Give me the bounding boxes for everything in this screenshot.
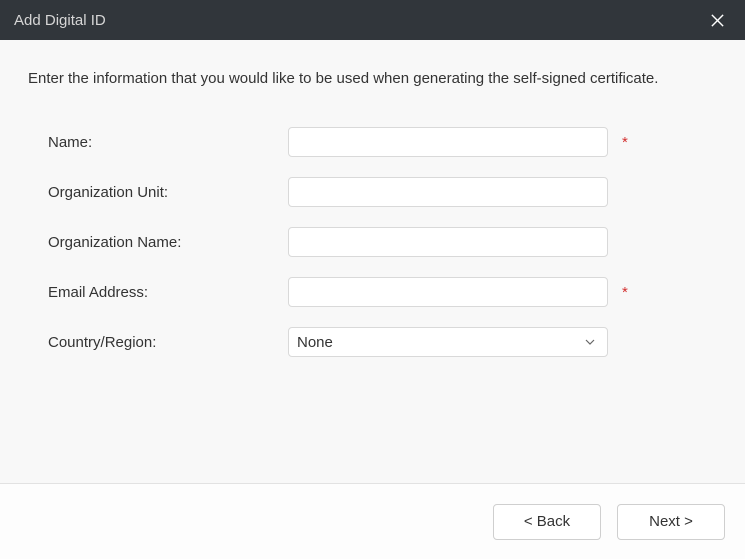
close-button[interactable] <box>703 6 731 34</box>
row-org-name: Organization Name: <box>48 227 717 257</box>
row-org-unit: Organization Unit: <box>48 177 717 207</box>
required-mark-name: * <box>622 134 628 151</box>
dialog-body: Enter the information that you would lik… <box>0 40 745 483</box>
chevron-down-icon <box>585 337 595 347</box>
row-country: Country/Region: None <box>48 327 717 357</box>
window-title: Add Digital ID <box>14 12 106 29</box>
back-button[interactable]: < Back <box>493 504 601 540</box>
org-name-input[interactable] <box>288 227 608 257</box>
org-unit-input[interactable] <box>288 177 608 207</box>
required-mark-email: * <box>622 284 628 301</box>
instruction-text: Enter the information that you would lik… <box>28 70 717 87</box>
close-icon <box>710 13 725 28</box>
next-button[interactable]: Next > <box>617 504 725 540</box>
country-selected-value: None <box>297 334 333 351</box>
back-button-label: < Back <box>524 513 570 530</box>
dialog-footer: < Back Next > <box>0 483 745 559</box>
label-name: Name: <box>48 134 288 151</box>
label-email: Email Address: <box>48 284 288 301</box>
country-select[interactable]: None <box>288 327 608 357</box>
next-button-label: Next > <box>649 513 693 530</box>
name-input[interactable] <box>288 127 608 157</box>
label-org-name: Organization Name: <box>48 234 288 251</box>
certificate-form: Name: * Organization Unit: Organization … <box>28 127 717 357</box>
email-input[interactable] <box>288 277 608 307</box>
row-email: Email Address: * <box>48 277 717 307</box>
label-country: Country/Region: <box>48 334 288 351</box>
titlebar: Add Digital ID <box>0 0 745 40</box>
label-org-unit: Organization Unit: <box>48 184 288 201</box>
row-name: Name: * <box>48 127 717 157</box>
